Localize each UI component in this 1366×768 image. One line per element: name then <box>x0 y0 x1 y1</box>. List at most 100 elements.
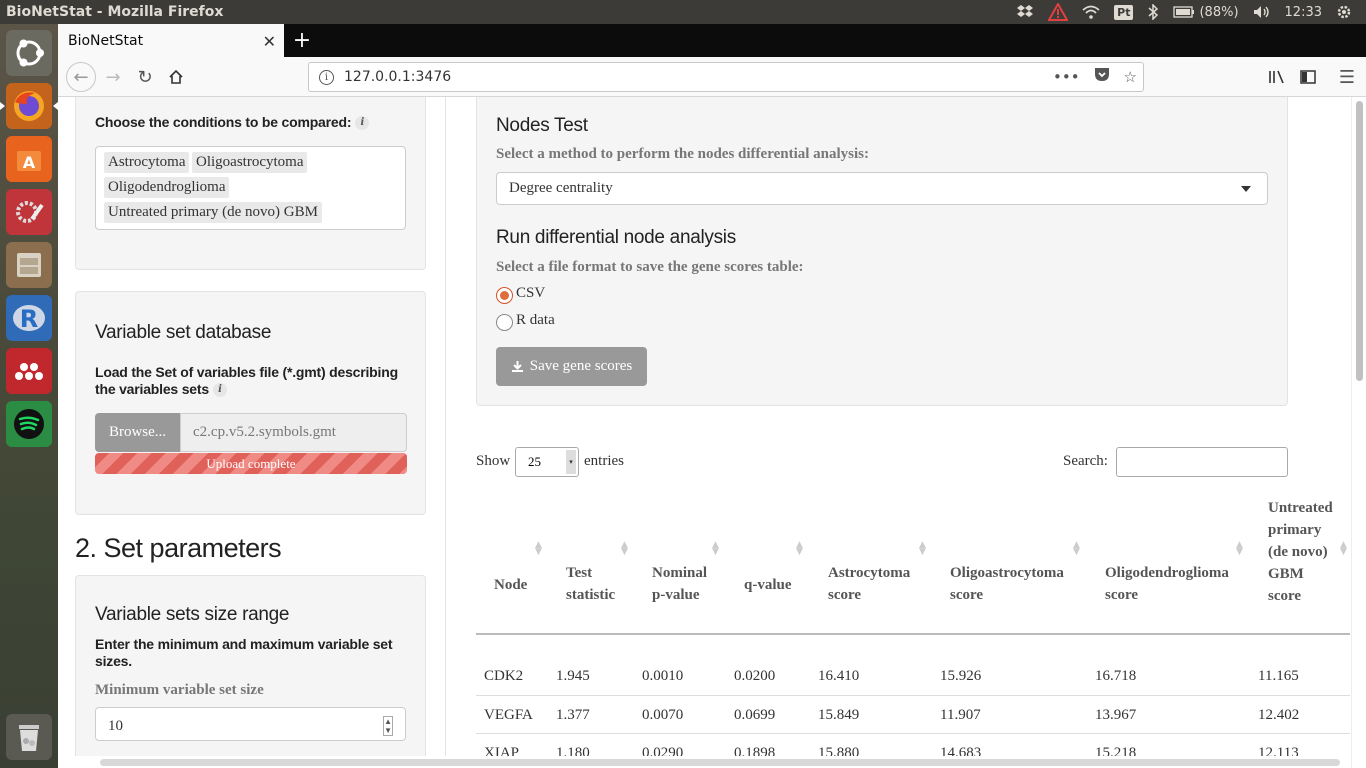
settings-gear-icon[interactable] <box>1336 0 1352 24</box>
menu-icon[interactable]: ☰ <box>1334 64 1360 90</box>
sort-icon: ▲ ▼ <box>535 540 542 557</box>
cell: 12.402 <box>1258 707 1300 723</box>
library-icon[interactable] <box>1264 64 1290 90</box>
file-name-field: c2.cp.v5.2.symbols.gmt <box>180 413 407 452</box>
spotify-icon[interactable] <box>6 401 52 447</box>
site-info-icon[interactable]: i <box>319 69 334 85</box>
tab-title: BioNetStat <box>68 32 144 49</box>
cell: 13.967 <box>1095 707 1137 723</box>
cell: VEGFA <box>484 707 533 723</box>
browse-button[interactable]: Browse... <box>95 413 180 452</box>
reload-icon[interactable]: ↻ <box>132 64 158 90</box>
th-test-statistic[interactable]: Test statistic <box>566 562 626 606</box>
software-center-icon[interactable]: A <box>6 136 52 182</box>
class-chip[interactable]: Astrocytoma <box>104 152 190 173</box>
r-language-icon[interactable]: R <box>6 295 52 341</box>
radio-rdata[interactable] <box>496 314 513 331</box>
close-tab-icon[interactable]: ✕ <box>263 32 276 51</box>
spinner-icon[interactable]: ▲ ▼ <box>383 716 393 736</box>
vertical-scrollbar[interactable] <box>1351 97 1366 768</box>
tab-bionetstat[interactable]: BioNetStat ✕ <box>58 24 284 57</box>
running-indicator <box>0 102 5 110</box>
sidebar-toggle-icon[interactable] <box>1295 64 1321 90</box>
bluetooth-icon[interactable] <box>1147 0 1159 24</box>
page-actions-icon[interactable]: ••• <box>1053 68 1080 86</box>
new-tab-icon[interactable]: + <box>290 28 314 53</box>
pocket-icon[interactable] <box>1094 67 1110 86</box>
home-icon[interactable] <box>163 64 189 90</box>
varset-well: Variable set database Load the Set of va… <box>75 291 426 515</box>
th-node[interactable]: Node <box>494 574 527 596</box>
back-icon[interactable]: ← <box>66 62 96 92</box>
wifi-icon[interactable] <box>1082 0 1100 24</box>
cell: 0.0200 <box>734 668 776 684</box>
header-divider <box>476 633 1350 635</box>
th-nominal-pvalue[interactable]: Nominal p-value <box>652 562 716 606</box>
sort-icon: ▲ ▼ <box>1340 540 1347 557</box>
class-chip[interactable]: Untreated primary (de novo) GBM <box>104 202 322 223</box>
bookmark-star-icon[interactable]: ☆ <box>1124 68 1137 86</box>
volume-icon[interactable] <box>1253 0 1271 24</box>
min-size-input[interactable]: 10 ▲ ▼ <box>95 707 406 741</box>
method-select[interactable]: Degree centrality <box>496 172 1268 205</box>
min-size-value: 10 <box>108 718 123 734</box>
varset-label-row: Load the Set of variables file (*.gmt) d… <box>95 364 405 398</box>
cell: 11.907 <box>940 707 981 723</box>
class-chip[interactable]: Oligoastrocytoma <box>192 152 308 173</box>
radio-rdata-label[interactable]: R data <box>516 312 555 329</box>
scroll-thumb[interactable] <box>100 759 1340 766</box>
th-oligoastrocytoma[interactable]: Oligoastrocytoma score <box>950 562 1075 606</box>
file-cabinet-icon[interactable] <box>6 242 52 288</box>
firefox-icon[interactable] <box>6 83 52 129</box>
cell: 1.945 <box>556 668 590 684</box>
url-bar[interactable]: i 127.0.0.1:3476 ••• ☆ <box>308 62 1144 92</box>
url-text: 127.0.0.1:3476 <box>344 69 452 85</box>
save-gene-scores-button[interactable]: Save gene scores <box>496 347 647 386</box>
cell: 16.718 <box>1095 668 1137 684</box>
sort-icon: ▲ ▼ <box>796 540 803 557</box>
cell: 16.410 <box>818 668 860 684</box>
th-oligodendroglioma[interactable]: Oligodendroglioma score <box>1105 562 1235 606</box>
th-astrocytoma[interactable]: Astrocytoma score <box>828 562 923 606</box>
info-icon[interactable]: i <box>212 383 227 398</box>
mendeley-icon[interactable] <box>6 348 52 394</box>
ubuntu-dash-icon[interactable] <box>6 30 52 76</box>
show-label: Show <box>476 453 511 469</box>
forward-icon[interactable]: → <box>100 64 126 90</box>
entries-value: 25 <box>528 454 541 469</box>
entries-select[interactable]: 25 ▾ <box>515 447 579 477</box>
nav-bar: ← → ↻ i 127.0.0.1:3476 ••• ☆ ☰ <box>58 57 1366 97</box>
scroll-thumb[interactable] <box>1356 101 1363 381</box>
classes-label-row: Choose the conditions to be compared: i <box>95 114 370 131</box>
keyboard-layout-icon[interactable]: Pt <box>1114 0 1134 24</box>
warning-icon[interactable] <box>1048 0 1069 24</box>
classes-label: Choose the conditions to be compared: <box>95 114 352 130</box>
sidebar-panel: Choose the conditions to be compared: i A… <box>58 97 446 768</box>
info-icon[interactable]: i <box>355 116 370 131</box>
radio-csv-label[interactable]: CSV <box>516 285 545 302</box>
sort-icon: ▲ ▼ <box>1236 540 1243 557</box>
upload-progress-bar: Upload complete <box>95 453 407 474</box>
classes-multiselect[interactable]: Astrocytoma Oligoastrocytoma Oligodendro… <box>95 146 406 230</box>
search-input[interactable] <box>1116 447 1288 477</box>
class-chip[interactable]: Oligodendroglioma <box>104 177 230 198</box>
dropbox-icon[interactable] <box>1016 0 1034 24</box>
section2-title: 2. Set parameters <box>75 533 282 563</box>
clock[interactable]: 12:33 <box>1285 0 1322 24</box>
battery-icon[interactable]: (88%) <box>1173 0 1239 24</box>
th-qvalue[interactable]: q-value <box>744 574 792 596</box>
th-gbm[interactable]: Untreated primary (de novo) GBM score <box>1268 497 1338 607</box>
unity-launcher: A R <box>0 24 58 768</box>
window-title: BioNetStat - Mozilla Firefox <box>6 4 224 20</box>
trash-icon[interactable] <box>6 714 52 760</box>
system-settings-icon[interactable] <box>6 189 52 235</box>
sort-icon: ▲ ▼ <box>1073 540 1080 557</box>
select-arrow-icon: ▾ <box>566 450 576 474</box>
horizontal-scrollbar[interactable] <box>58 756 1351 768</box>
run-title: Run differential node analysis <box>496 227 736 248</box>
format-label: Select a file format to save the gene sc… <box>496 259 804 275</box>
size-range-desc: Enter the minimum and maximum variable s… <box>95 636 393 669</box>
size-range-well: Variable sets size range Enter the minim… <box>75 575 426 768</box>
radio-csv[interactable] <box>496 287 513 304</box>
classes-well: Choose the conditions to be compared: i A… <box>75 97 426 270</box>
